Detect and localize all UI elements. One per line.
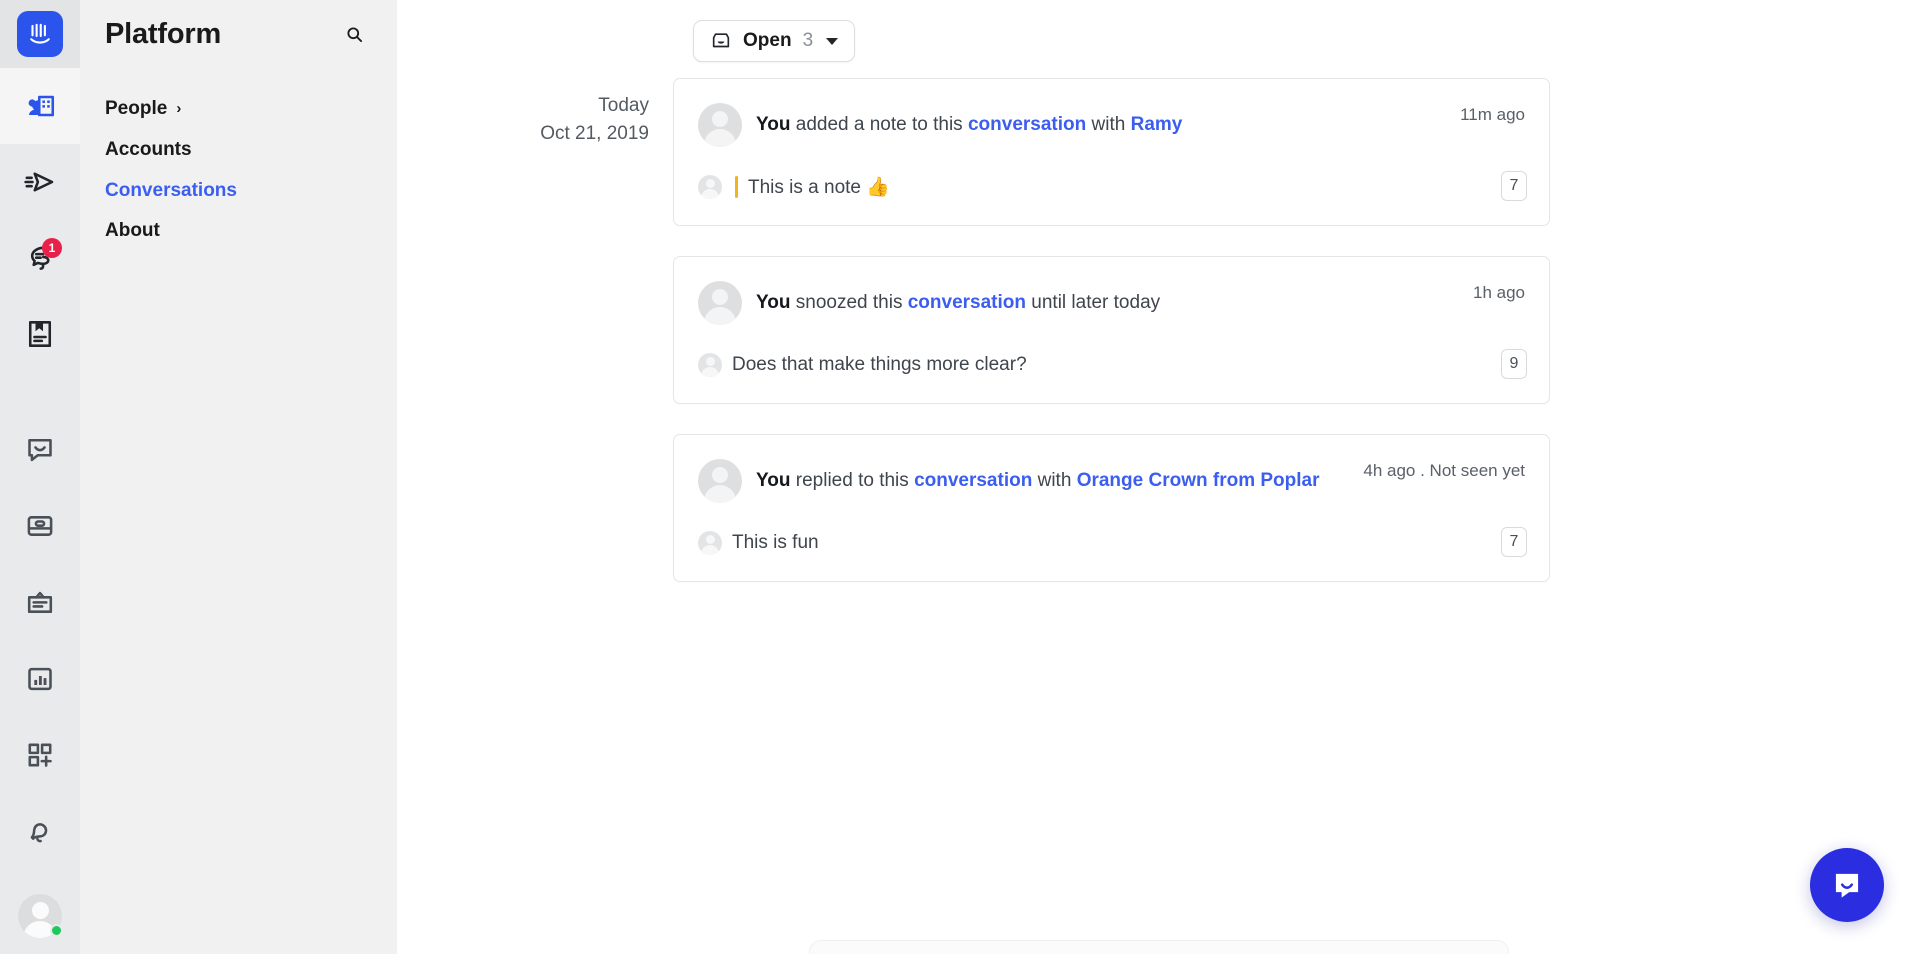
filter-count: 3: [802, 30, 814, 51]
search-icon: [346, 27, 362, 43]
activity-summary: You snoozed this conversation until late…: [756, 290, 1160, 316]
note-indicator-bar: [735, 176, 738, 198]
rail-item-inbox[interactable]: [0, 488, 80, 564]
chevron-down-icon: [826, 37, 839, 45]
activity-card[interactable]: You snoozed this conversation until late…: [673, 256, 1550, 404]
count-badge[interactable]: 7: [1501, 527, 1527, 557]
message-text: This is fun: [732, 532, 819, 553]
conversation-link[interactable]: conversation: [914, 470, 1032, 491]
rail-item-articles[interactable]: [0, 296, 80, 372]
message-text: This is a note 👍: [748, 177, 890, 198]
rail-item-conversations[interactable]: 1: [0, 220, 80, 296]
avatar: [698, 281, 742, 325]
inbox-icon: [27, 516, 53, 537]
timestamp: 1h ago: [1473, 283, 1525, 302]
rail-item-outbound[interactable]: [0, 144, 80, 220]
date-spacer: [397, 256, 673, 270]
rail-item-notifications[interactable]: [0, 793, 80, 869]
date-group: Today Oct 21, 2019: [397, 78, 673, 147]
toolbar: Open 3: [693, 0, 1920, 62]
sidebar-item-about[interactable]: About: [105, 211, 372, 252]
reports-icon: [28, 667, 52, 690]
rail-item-surveys[interactable]: [0, 564, 80, 640]
activity-summary: You replied to this conversation with Or…: [756, 468, 1320, 494]
sidebar-nav: People › Accounts Conversations About: [80, 89, 397, 252]
actor-name: You: [756, 114, 791, 136]
count-badge[interactable]: 7: [1501, 171, 1527, 201]
sidebar-item-accounts[interactable]: Accounts: [105, 130, 372, 171]
presence-indicator: [50, 923, 63, 937]
sidebar-header: Platform: [80, 0, 397, 51]
page-title: Platform: [105, 18, 222, 50]
activity-feed: Today Oct 21, 2019 You added a note to t…: [397, 78, 1920, 612]
sidebar-item-conversations[interactable]: Conversations: [105, 171, 372, 212]
articles-icon: [28, 321, 52, 348]
action-text: snoozed this: [795, 292, 903, 314]
date-absolute: Oct 21, 2019: [540, 122, 649, 144]
search-button[interactable]: [339, 20, 369, 50]
filter-label: Open: [743, 30, 792, 51]
open-filter-dropdown[interactable]: Open 3: [693, 20, 856, 62]
chevron-right-icon: ›: [176, 100, 182, 118]
conversation-link[interactable]: conversation: [908, 292, 1026, 313]
rail-item-reports[interactable]: [0, 641, 80, 717]
avatar: [698, 175, 722, 199]
contact-link[interactable]: Ramy: [1131, 114, 1183, 135]
action-mid: with: [1091, 114, 1126, 136]
feed-row: You replied to this conversation with Or…: [397, 434, 1920, 612]
sidebar-item-label: Conversations: [105, 179, 237, 201]
timestamp: 4h ago . Not seen yet: [1363, 461, 1525, 480]
avatar: [698, 103, 742, 147]
icon-rail: 1: [0, 0, 80, 954]
apps-add-icon: [28, 743, 52, 767]
action-mid: with: [1037, 470, 1072, 492]
secondary-sidebar: Platform People › Accounts Conversations: [80, 0, 414, 954]
notifications-bell-icon: [30, 823, 48, 843]
feed-row: You snoozed this conversation until late…: [397, 256, 1920, 434]
inbox-icon: [712, 33, 730, 48]
contact-link[interactable]: Orange Crown from Poplar: [1077, 470, 1320, 491]
sidebar-item-label: About: [105, 220, 160, 242]
action-text: replied to this: [795, 470, 909, 492]
avatar: [698, 531, 722, 555]
action-mid: until later today: [1031, 292, 1161, 314]
avatar: [698, 459, 742, 503]
rail-item-apps[interactable]: [0, 717, 80, 793]
timestamp: 11m ago: [1460, 105, 1525, 124]
messenger-icon: [28, 439, 52, 462]
bottom-panel-peek: [808, 940, 1509, 954]
sidebar-item-label: Accounts: [105, 138, 192, 160]
intercom-logo[interactable]: [0, 0, 80, 68]
message-text: Does that make things more clear?: [732, 354, 1027, 375]
intercom-messenger-launcher[interactable]: [1810, 848, 1884, 922]
feed-row: Today Oct 21, 2019 You added a note to t…: [397, 78, 1920, 256]
avatar: [698, 353, 722, 377]
count-badge[interactable]: 9: [1501, 349, 1527, 379]
app-root: 1 Platform People › Accounts Conversatio…: [0, 0, 1920, 954]
actor-name: You: [756, 470, 791, 492]
date-relative: Today: [598, 95, 649, 116]
rail-account-avatar[interactable]: [0, 878, 80, 954]
conversations-badge: 1: [42, 237, 62, 258]
rail-item-messenger[interactable]: [0, 412, 80, 488]
contacts-icon: [28, 95, 55, 116]
sidebar-item-label: People: [105, 98, 168, 119]
surveys-icon: [27, 591, 53, 613]
date-spacer: [397, 434, 673, 448]
outbound-messages-icon: [24, 172, 54, 192]
activity-summary: You added a note to this conversation wi…: [756, 112, 1182, 138]
action-text: added a note to this: [795, 114, 963, 136]
messenger-bubble-icon: [1835, 873, 1859, 898]
activity-card[interactable]: You added a note to this conversation wi…: [673, 78, 1550, 226]
activity-card[interactable]: You replied to this conversation with Or…: [673, 434, 1550, 582]
conversation-link[interactable]: conversation: [968, 114, 1086, 135]
rail-item-contacts[interactable]: [0, 67, 80, 144]
sidebar-item-people[interactable]: People ›: [105, 89, 372, 130]
main-content: Open 3 Today Oct 21, 2019 You added a no…: [397, 0, 1920, 954]
actor-name: You: [756, 292, 791, 314]
